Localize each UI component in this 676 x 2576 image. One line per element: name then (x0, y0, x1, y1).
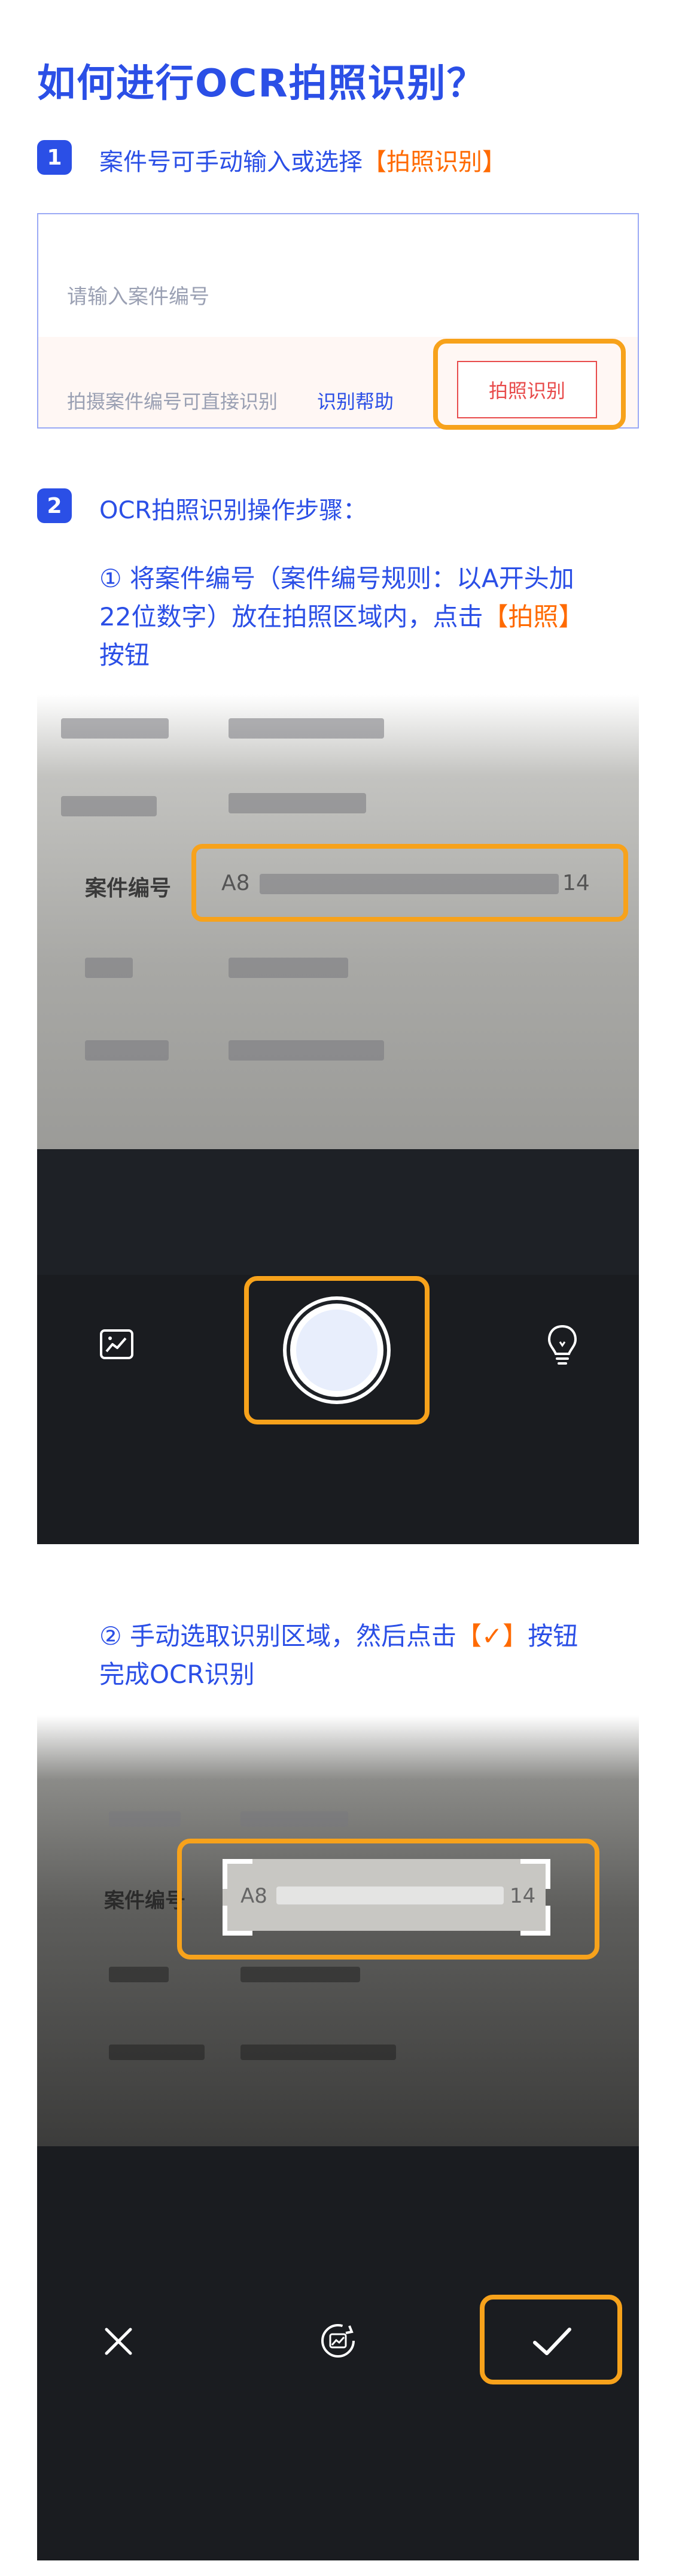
blurred-field (229, 958, 348, 978)
blurred-field (85, 1040, 169, 1061)
shutter-button[interactable] (290, 1304, 383, 1397)
blurred-field (109, 2045, 205, 2060)
step-1-text: 案件号可手动输入或选择【拍照识别】 (99, 142, 506, 177)
camera-control-bar (37, 1149, 639, 1275)
blurred-field (61, 718, 169, 739)
blurred-field (229, 1040, 384, 1061)
substep-1-line-2: 22位数字）放在拍照区域内，点击【拍照】 (99, 598, 583, 636)
case-number-prefix: A8 (221, 871, 250, 895)
ocr-help-link[interactable]: 识别帮助 (317, 387, 394, 414)
substep-2-line-1-prefix: ② 手动选取识别区域，然后点击 (99, 1621, 457, 1651)
substep-2-line-2: 完成OCR识别 (99, 1660, 255, 1689)
page-title: 如何进行OCR拍照识别？ (37, 62, 486, 106)
blurred-field (61, 796, 157, 816)
substep-2-text: ② 手动选取识别区域，然后点击【✓】按钮 完成OCR识别 (99, 1617, 578, 1694)
step-1-text-highlight: 【拍照识别】 (363, 148, 506, 176)
step-2-text: OCR拍照识别操作步骤： (99, 497, 367, 524)
blurred-field (229, 718, 384, 739)
photo-button-highlight-frame (433, 339, 626, 430)
substep-2-line-1: ② 手动选取识别区域，然后点击【✓】按钮 (99, 1617, 578, 1655)
flashlight-icon[interactable] (547, 1324, 578, 1369)
rotate-icon[interactable] (318, 2321, 358, 2363)
case-number-input[interactable]: 请输入案件编号 (67, 280, 209, 309)
case-number-label: 案件编号 (104, 1889, 185, 1913)
gallery-icon[interactable] (99, 1329, 134, 1362)
substep-1-line-2-prefix: 22位数字）放在拍照区域内，点击 (99, 602, 483, 631)
blurred-field (109, 1967, 169, 1982)
substep-2-line-1-suffix: 按钮 (528, 1621, 578, 1651)
blurred-field (109, 1811, 181, 1827)
check-icon[interactable] (531, 2325, 573, 2361)
substep-1-line-1: ① 将案件编号（案件编号规则：以A开头加 (99, 564, 574, 593)
blurred-field (240, 2045, 396, 2060)
blurred-field (240, 1811, 348, 1827)
crop-highlight-frame (177, 1839, 599, 1960)
step-1-text-prefix: 案件号可手动输入或选择 (99, 148, 363, 176)
step-1-badge: 1 (37, 140, 72, 175)
blurred-field (85, 958, 133, 978)
step-2-badge: 2 (37, 488, 72, 523)
camera-screen: 案件编号 A8 14 (37, 694, 639, 1544)
crop-preview: 案件编号 A8 14 (37, 1715, 639, 2146)
ocr-hint-text: 拍摄案件编号可直接识别 (67, 390, 278, 413)
case-number-suffix: 14 (562, 871, 590, 895)
blurred-case-digits (260, 874, 559, 894)
substep-1-text: ① 将案件编号（案件编号规则：以A开头加 22位数字）放在拍照区域内，点击【拍照… (99, 560, 583, 675)
close-icon[interactable] (103, 2326, 134, 2359)
blurred-field (229, 793, 366, 813)
crop-screen: 案件编号 A8 14 (37, 1715, 639, 2560)
case-number-label: 案件编号 (85, 876, 172, 901)
substep-1-line-3: 按钮 (99, 640, 150, 670)
camera-preview: 案件编号 A8 14 (37, 694, 639, 1149)
substep-2-line-1-highlight: 【✓】 (456, 1621, 528, 1651)
substep-1-line-2-highlight: 【拍照】 (483, 602, 584, 631)
blurred-field (240, 1967, 360, 1982)
